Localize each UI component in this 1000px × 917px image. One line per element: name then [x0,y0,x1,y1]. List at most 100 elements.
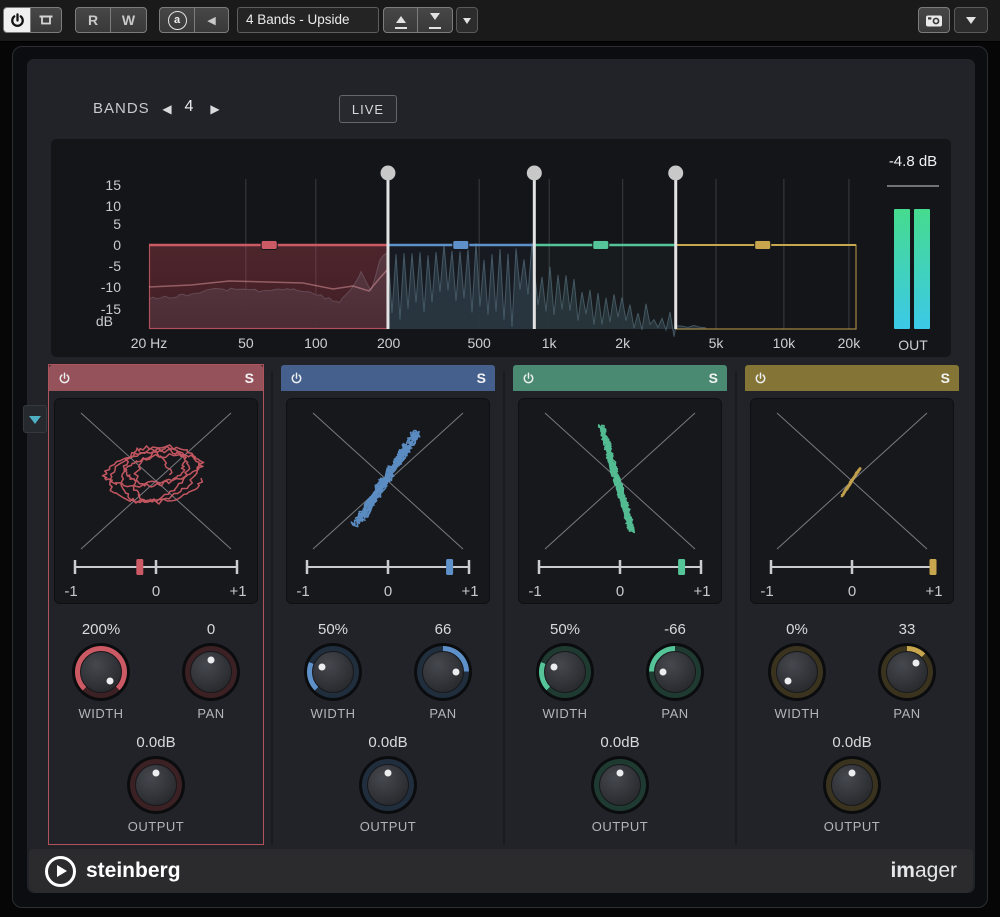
output-label: OUTPUT [121,819,191,834]
knob-indicator-dot [659,668,666,675]
svg-text:dB: dB [96,313,113,329]
svg-text:5k: 5k [709,335,725,351]
bands-label: BANDS [93,100,150,117]
svg-text:1k: 1k [542,335,558,351]
knob-row: 0% WIDTH 33 PAN [745,620,959,721]
svg-text:-1: -1 [528,583,541,600]
svg-text:+1: +1 [229,583,246,600]
spectrum-display[interactable]: 151050-5-10-15dB20 Hz501002005001k2k5k10… [51,139,951,357]
svg-text:+1: +1 [693,583,710,600]
band-3-panel: S -10+1 50% WIDTH -66 [513,365,727,844]
band-power-button[interactable] [290,372,303,385]
host-toolbar: R W a ◀ 4 Bands - Upside [0,0,1000,42]
pan-knob[interactable] [182,643,240,701]
width-knob[interactable] [768,643,826,701]
band-solo-button[interactable]: S [709,370,718,386]
band-2-panel: S -10+1 50% WIDTH 66 [281,365,495,844]
bands-increase-button[interactable]: ▶ [205,99,225,119]
output-knob[interactable] [359,756,417,814]
output-group: 0.0dB OUTPUT [817,733,887,834]
product-name: imager [890,859,957,883]
svg-text:20k: 20k [838,335,862,351]
setup-a-button[interactable]: a [159,7,195,33]
bands-decrease-button[interactable]: ◀ [157,99,177,119]
output-knob[interactable] [591,756,649,814]
read-automation-button[interactable]: R [75,7,111,33]
output-label: OUTPUT [817,819,887,834]
band-power-button[interactable] [754,372,767,385]
bands-row: S -10+1 200% WIDTH 0 [27,365,975,849]
knob-indicator-dot [452,668,459,675]
output-group: 0.0dB OUTPUT [585,733,655,834]
write-automation-button[interactable]: W [111,7,147,33]
svg-text:+1: +1 [461,583,478,600]
svg-text:10: 10 [105,198,121,214]
preset-name-field[interactable]: 4 Bands - Upside [237,7,379,33]
band-solo-button[interactable]: S [941,370,950,386]
svg-text:0: 0 [384,583,392,600]
triangle-up-icon [396,11,406,23]
power-icon [754,372,767,385]
column-separator [503,371,505,845]
svg-text:0: 0 [113,237,121,253]
svg-text:0: 0 [152,583,160,600]
width-knob[interactable] [304,643,362,701]
output-knob[interactable] [127,756,185,814]
knob-indicator-dot [153,769,160,776]
width-value: 50% [298,620,368,639]
pan-label: PAN [872,706,942,721]
camera-icon [925,13,943,28]
camera-button[interactable] [918,7,950,33]
svg-text:OUT: OUT [898,337,928,353]
svg-text:5: 5 [113,216,121,232]
pan-label: PAN [176,706,246,721]
bypass-button[interactable] [31,7,62,33]
pan-knob[interactable] [414,643,472,701]
svg-text:-1: -1 [296,583,309,600]
svg-text:2k: 2k [615,335,631,351]
expand-panel-button[interactable] [23,405,47,433]
output-label: OUTPUT [353,819,423,834]
knob-row: 50% WIDTH -66 PAN [513,620,727,721]
width-knob[interactable] [72,643,130,701]
band-solo-button[interactable]: S [477,370,486,386]
pan-knob[interactable] [646,643,704,701]
band-power-button[interactable] [58,372,71,385]
preset-menu-button[interactable] [456,7,478,33]
window-menu-button[interactable] [954,7,988,33]
pan-value: 33 [872,620,942,639]
band-power-button[interactable] [522,372,535,385]
knob-indicator-dot [550,664,557,671]
caret-down-icon [463,18,471,28]
svg-text:-1: -1 [760,583,773,600]
copy-ab-button[interactable]: ◀ [195,7,229,33]
output-value: 0.0dB [121,733,191,752]
svg-text:100: 100 [304,335,328,351]
vectorscope-display: -10+1 [751,399,953,603]
band-4-panel: S -10+1 0% WIDTH 33 [745,365,959,844]
knob-indicator-dot [318,664,325,671]
knob-indicator-dot [617,769,624,776]
width-label: WIDTH [530,706,600,721]
plugin-activate-button[interactable] [3,7,31,33]
vectorscope-display: -1 0 +1 [287,399,489,603]
pan-knob[interactable] [878,643,936,701]
previous-preset-button[interactable] [383,7,418,33]
output-knob[interactable] [823,756,881,814]
output-group: 0.0dB OUTPUT [121,733,191,834]
knob-indicator-dot [849,769,856,776]
column-separator [735,371,737,845]
vectorscope-panel: -1 0 +1 [286,398,490,604]
bands-count: 4 [179,98,199,116]
knob-indicator-dot [785,677,792,684]
band-solo-button[interactable]: S [245,370,254,386]
live-button[interactable]: LIVE [339,95,397,123]
next-preset-button[interactable] [418,7,453,33]
width-knob[interactable] [536,643,594,701]
width-value: 50% [530,620,600,639]
triangle-down-icon [430,13,440,25]
output-group: 0.0dB OUTPUT [353,733,423,834]
steinberg-logo-icon [45,856,76,887]
knob-row: 50% WIDTH 66 PAN [281,620,495,721]
power-icon [290,372,303,385]
